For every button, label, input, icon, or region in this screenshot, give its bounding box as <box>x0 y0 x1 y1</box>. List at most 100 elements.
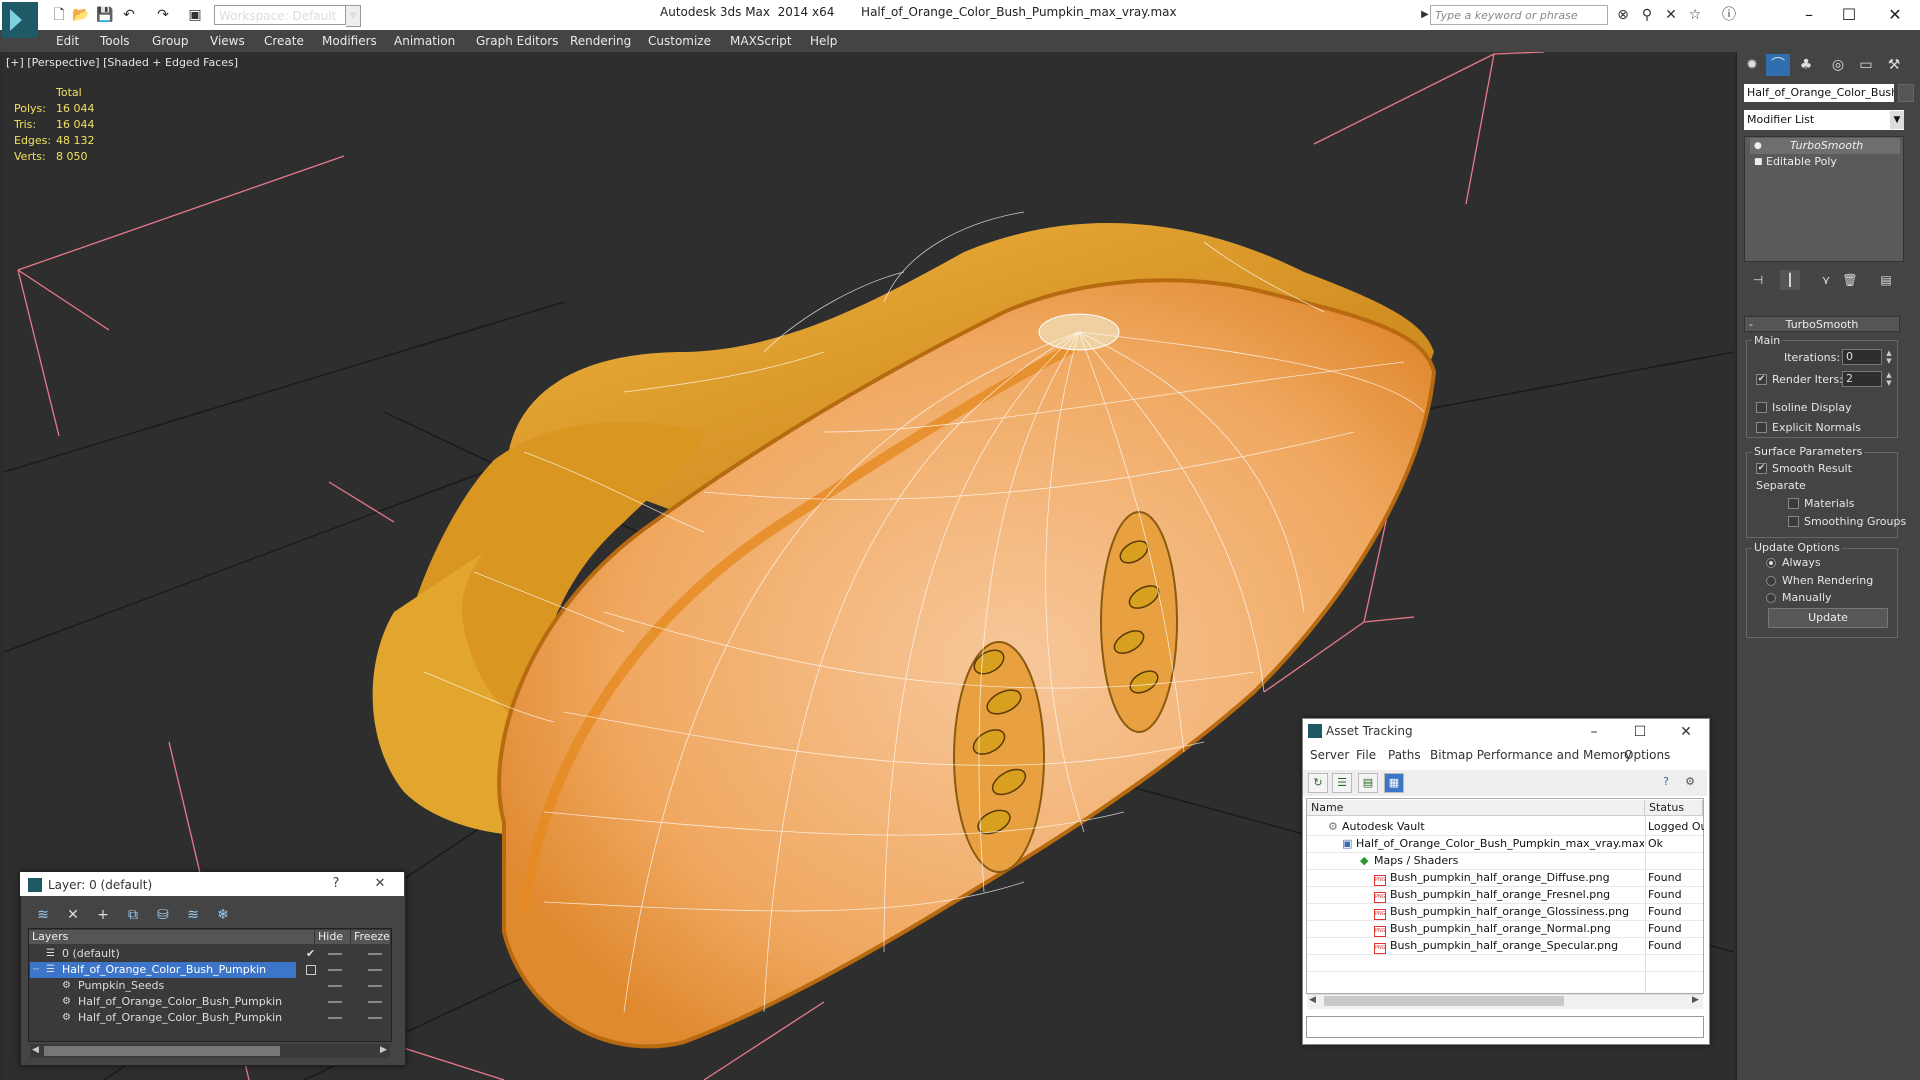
smoothing-groups-checkbox[interactable] <box>1788 516 1799 527</box>
layer-row[interactable]: ⚙ Pumpkin_Seeds <box>30 978 390 994</box>
hide-toggle[interactable] <box>328 953 342 955</box>
freeze-toggle[interactable] <box>368 1001 382 1003</box>
scrollbar-thumb[interactable] <box>1324 996 1564 1006</box>
asset-menu-options[interactable]: Options <box>1624 748 1670 762</box>
table-row[interactable]: Bush_pumpkin_half_orange_Glossiness.png <box>1390 903 1644 920</box>
highlight-layer-icon[interactable]: ⛁ <box>152 904 174 926</box>
project-folder-icon[interactable]: ▣ <box>186 6 204 24</box>
workspace-dropdown[interactable]: Workspace: Default <box>214 5 346 25</box>
hide-toggle[interactable] <box>328 969 342 971</box>
table-row[interactable]: Bush_pumpkin_half_orange_Specular.png <box>1390 937 1644 954</box>
freeze-toggle[interactable] <box>368 953 382 955</box>
menu-views[interactable]: Views <box>210 31 245 51</box>
layer-row[interactable]: ⚙ Half_of_Orange_Color_Bush_Pumpkin <box>30 1010 390 1026</box>
utilities-tab-icon[interactable]: ⚒ <box>1882 54 1906 76</box>
chevron-down-icon[interactable]: ▼ <box>1890 111 1904 129</box>
manually-radio[interactable] <box>1766 593 1776 603</box>
make-unique-icon[interactable]: ⋎ <box>1816 270 1836 290</box>
lightbulb-icon[interactable]: ● <box>1754 138 1762 154</box>
hide-toggle[interactable] <box>328 985 342 987</box>
remove-modifier-icon[interactable]: 🗑 <box>1840 270 1860 290</box>
column-layers[interactable]: Layers <box>29 930 315 944</box>
add-to-layer-icon[interactable]: + <box>92 904 114 926</box>
maximize-icon[interactable]: ☐ <box>1826 2 1872 28</box>
stack-item-turbosmooth[interactable]: ● TurboSmooth <box>1750 138 1900 154</box>
favorites-star-icon[interactable]: ☆ <box>1686 6 1704 24</box>
modifier-list-dropdown[interactable]: Modifier List <box>1744 110 1904 130</box>
new-file-icon[interactable]: 🗋 <box>50 6 68 24</box>
help-icon[interactable]: ? <box>326 874 346 894</box>
menu-animation[interactable]: Animation <box>394 31 455 51</box>
redo-icon[interactable]: ↷ <box>154 6 172 24</box>
layer-row[interactable]: ☰ 0 (default) ✔ <box>30 946 390 962</box>
menu-maxscript[interactable]: MAXScript <box>730 31 792 51</box>
spinner-arrows-icon[interactable]: ▲ ▼ <box>1884 349 1894 365</box>
column-status[interactable]: Status <box>1645 800 1703 816</box>
render-iters-checkbox[interactable]: ✔ <box>1756 374 1767 385</box>
isoline-display-checkbox[interactable] <box>1756 402 1767 413</box>
help-icon[interactable]: ? <box>1656 773 1676 793</box>
freeze-toggle[interactable] <box>368 985 382 987</box>
freeze-toggle[interactable] <box>368 969 382 971</box>
table-view-icon[interactable]: ▦ <box>1384 773 1404 793</box>
menu-customize[interactable]: Customize <box>648 31 711 51</box>
close-icon[interactable]: ✕ <box>1872 2 1918 28</box>
asset-menu-bitmap-performance[interactable]: Bitmap Performance and Memory <box>1430 748 1632 762</box>
table-row[interactable]: ▣ Half_of_Orange_Color_Bush_Pumpkin_max_… <box>1342 835 1644 852</box>
scroll-right-icon[interactable]: ▶ <box>380 1045 387 1055</box>
table-row[interactable]: ◆ Maps / Shaders <box>1360 852 1644 869</box>
select-in-layer-icon[interactable]: ⧉ <box>122 904 144 926</box>
list-view-icon[interactable]: ☰ <box>1332 773 1352 793</box>
menu-graph-editors[interactable]: Graph Editors <box>476 31 558 51</box>
current-layer-toggle[interactable] <box>306 965 316 975</box>
scroll-right-icon[interactable]: ▶ <box>1692 995 1699 1005</box>
communication-icon[interactable]: ✕ <box>1662 6 1680 24</box>
layer-row[interactable]: ⚙ Half_of_Orange_Color_Bush_Pumpkin <box>30 994 390 1010</box>
chevron-down-icon[interactable]: ▼ <box>346 5 361 27</box>
layer-row[interactable]: − ☰ Half_of_Orange_Color_Bush_Pumpkin <box>30 962 390 978</box>
column-name[interactable]: Name <box>1307 800 1645 816</box>
close-icon[interactable]: ✕ <box>1674 722 1698 742</box>
minimize-icon[interactable]: – <box>1582 722 1606 742</box>
scroll-left-icon[interactable]: ◀ <box>32 1045 39 1055</box>
asset-menu-server[interactable]: Server <box>1310 748 1349 762</box>
scroll-left-icon[interactable]: ◀ <box>1309 995 1316 1005</box>
iterations-spinner[interactable]: 0 <box>1842 349 1882 365</box>
undo-icon[interactable]: ↶ <box>120 6 138 24</box>
hide-all-layers-icon[interactable]: ≋ <box>182 904 204 926</box>
hierarchy-tab-icon[interactable]: ♣ <box>1794 54 1818 76</box>
menu-tools[interactable]: Tools <box>100 31 130 51</box>
asset-menu-paths[interactable]: Paths <box>1388 748 1421 762</box>
subscription-icon[interactable]: ⚲ <box>1638 6 1656 24</box>
binoculars-icon[interactable]: ⊗ <box>1614 6 1632 24</box>
menu-modifiers[interactable]: Modifiers <box>322 31 377 51</box>
close-icon[interactable]: ✕ <box>370 874 390 894</box>
object-color-swatch[interactable] <box>1898 84 1914 102</box>
menu-group[interactable]: Group <box>152 31 189 51</box>
asset-menu-file[interactable]: File <box>1356 748 1376 762</box>
object-name-field[interactable]: Half_of_Orange_Color_Bush_ <box>1744 84 1894 102</box>
collapse-icon[interactable]: − <box>32 962 40 978</box>
delete-layer-icon[interactable]: ✕ <box>62 904 84 926</box>
table-row[interactable]: ⚙ Autodesk Vault <box>1328 818 1644 835</box>
when-rendering-radio[interactable] <box>1766 576 1776 586</box>
stack-item-editable-poly[interactable]: ■ Editable Poly <box>1750 154 1900 170</box>
render-iters-spinner[interactable]: 2 <box>1842 371 1882 387</box>
explicit-normals-checkbox[interactable] <box>1756 422 1767 433</box>
configure-modifier-sets-icon[interactable]: ▤ <box>1876 270 1896 290</box>
app-logo-icon[interactable] <box>2 2 38 38</box>
menu-edit[interactable]: Edit <box>56 31 79 51</box>
hide-toggle[interactable] <box>328 1001 342 1003</box>
search-input[interactable]: Type a keyword or phrase <box>1430 5 1608 25</box>
create-tab-icon[interactable]: ✹ <box>1740 54 1764 76</box>
table-row[interactable]: Bush_pumpkin_half_orange_Diffuse.png <box>1390 869 1644 886</box>
spinner-arrows-icon[interactable]: ▲ ▼ <box>1884 371 1894 387</box>
freeze-toggle[interactable] <box>368 1017 382 1019</box>
menu-rendering[interactable]: Rendering <box>570 31 631 51</box>
help-icon[interactable]: ⓘ <box>1720 6 1738 24</box>
freeze-all-layers-icon[interactable]: ❄ <box>212 904 234 926</box>
open-file-icon[interactable]: 📂 <box>72 6 90 24</box>
rollout-turbosmooth[interactable]: - TurboSmooth <box>1744 316 1900 332</box>
scrollbar-thumb[interactable] <box>44 1046 280 1056</box>
asset-path-field[interactable] <box>1306 1016 1704 1038</box>
